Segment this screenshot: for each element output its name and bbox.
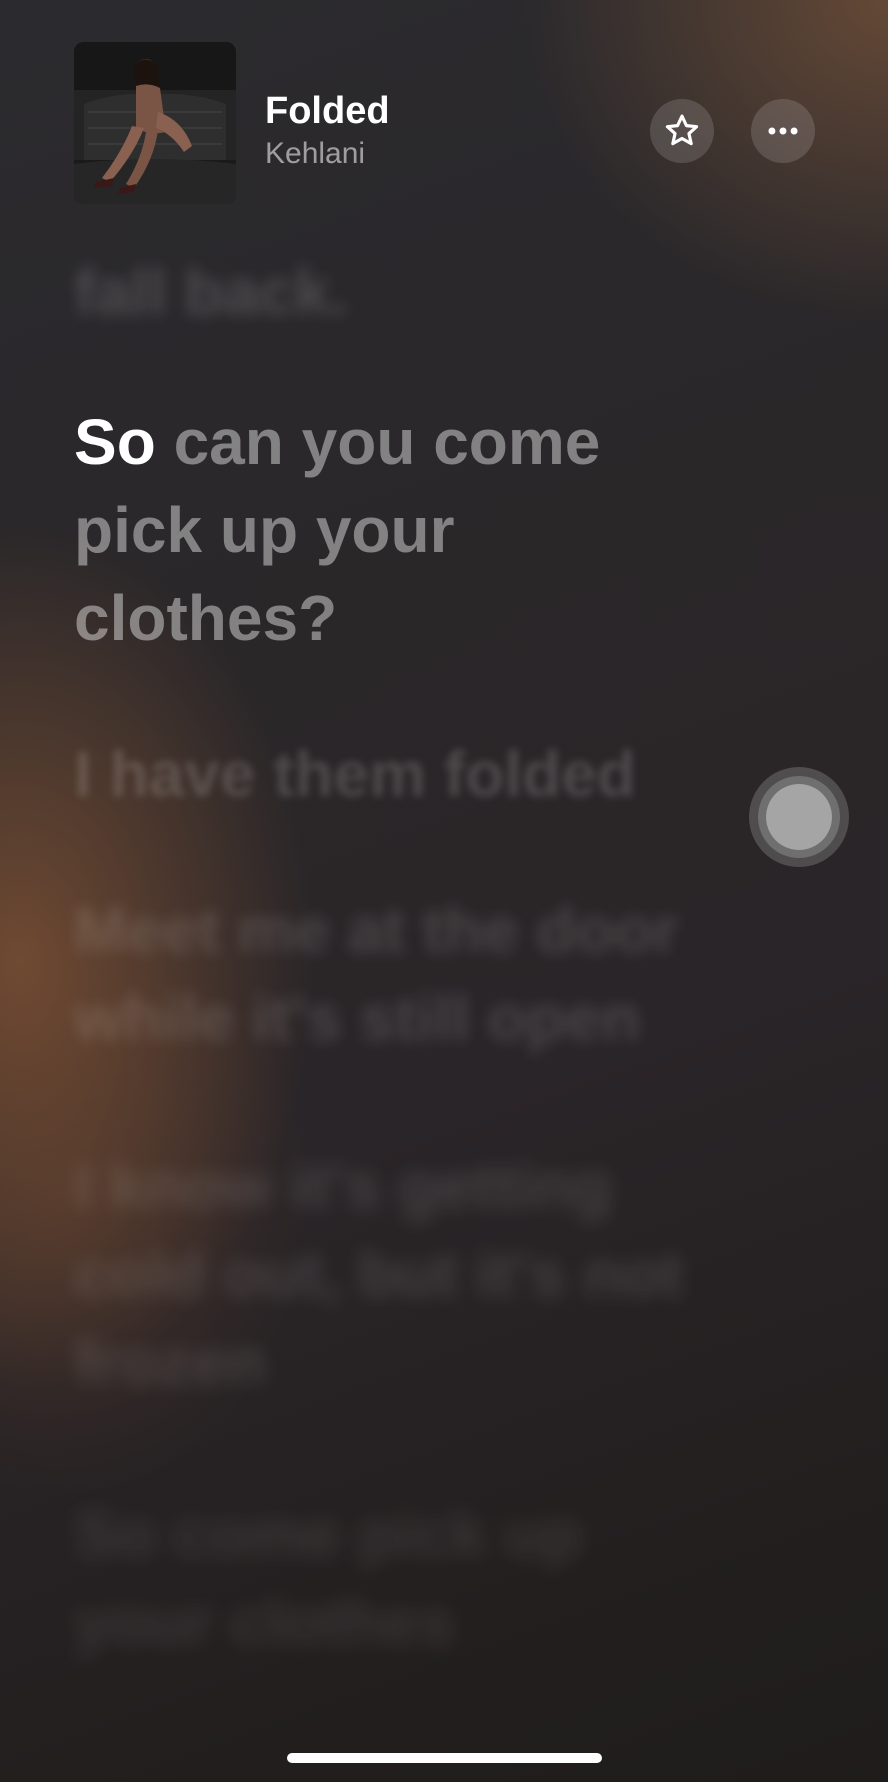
more-options-button[interactable] [751,99,815,163]
lyric-text: your clothes [74,1586,455,1658]
lyric-line-current[interactable]: So can you come pick up your clothes? [74,398,814,662]
lyric-text: Meet me at the door [74,894,679,966]
lyric-line-next[interactable]: I have them folded [74,730,814,818]
assistive-touch-button[interactable] [749,767,849,867]
lyric-line-previous[interactable]: fall back. [74,248,814,336]
star-icon [665,114,699,146]
lyric-text-line1: So can you come [74,398,814,486]
lyric-line-next[interactable]: So come pick up your clothes [74,1490,814,1666]
assistive-touch-icon [766,784,832,850]
album-artwork-image [74,42,236,204]
lyric-text-rest: can you come [155,406,601,478]
home-indicator[interactable] [287,1753,602,1763]
lyric-line-next[interactable]: I know it's getting cold out, but it's n… [74,1142,814,1406]
lyric-text: while it's still open [74,982,641,1054]
song-artist[interactable]: Kehlani [265,135,365,173]
album-artwork[interactable] [74,42,236,204]
lyric-text: So come pick up [74,1498,583,1570]
song-title[interactable]: Folded [265,88,390,134]
favorite-button[interactable] [650,99,714,163]
lyric-line-next[interactable]: Meet me at the door while it's still ope… [74,886,814,1062]
lyric-text-line2: pick up your [74,494,455,566]
lyric-highlighted-word: So [74,406,156,478]
lyric-text: frozen [74,1326,266,1398]
ellipsis-icon [768,127,798,135]
now-playing-header: Folded Kehlani [0,0,888,220]
lyric-text-line3: clothes? [74,582,338,654]
lyric-text: I have them folded [74,738,636,810]
lyric-text: I know it's getting [74,1150,612,1222]
lyric-text: fall back. [74,256,348,328]
lyric-text: cold out, but it's not [74,1238,683,1310]
